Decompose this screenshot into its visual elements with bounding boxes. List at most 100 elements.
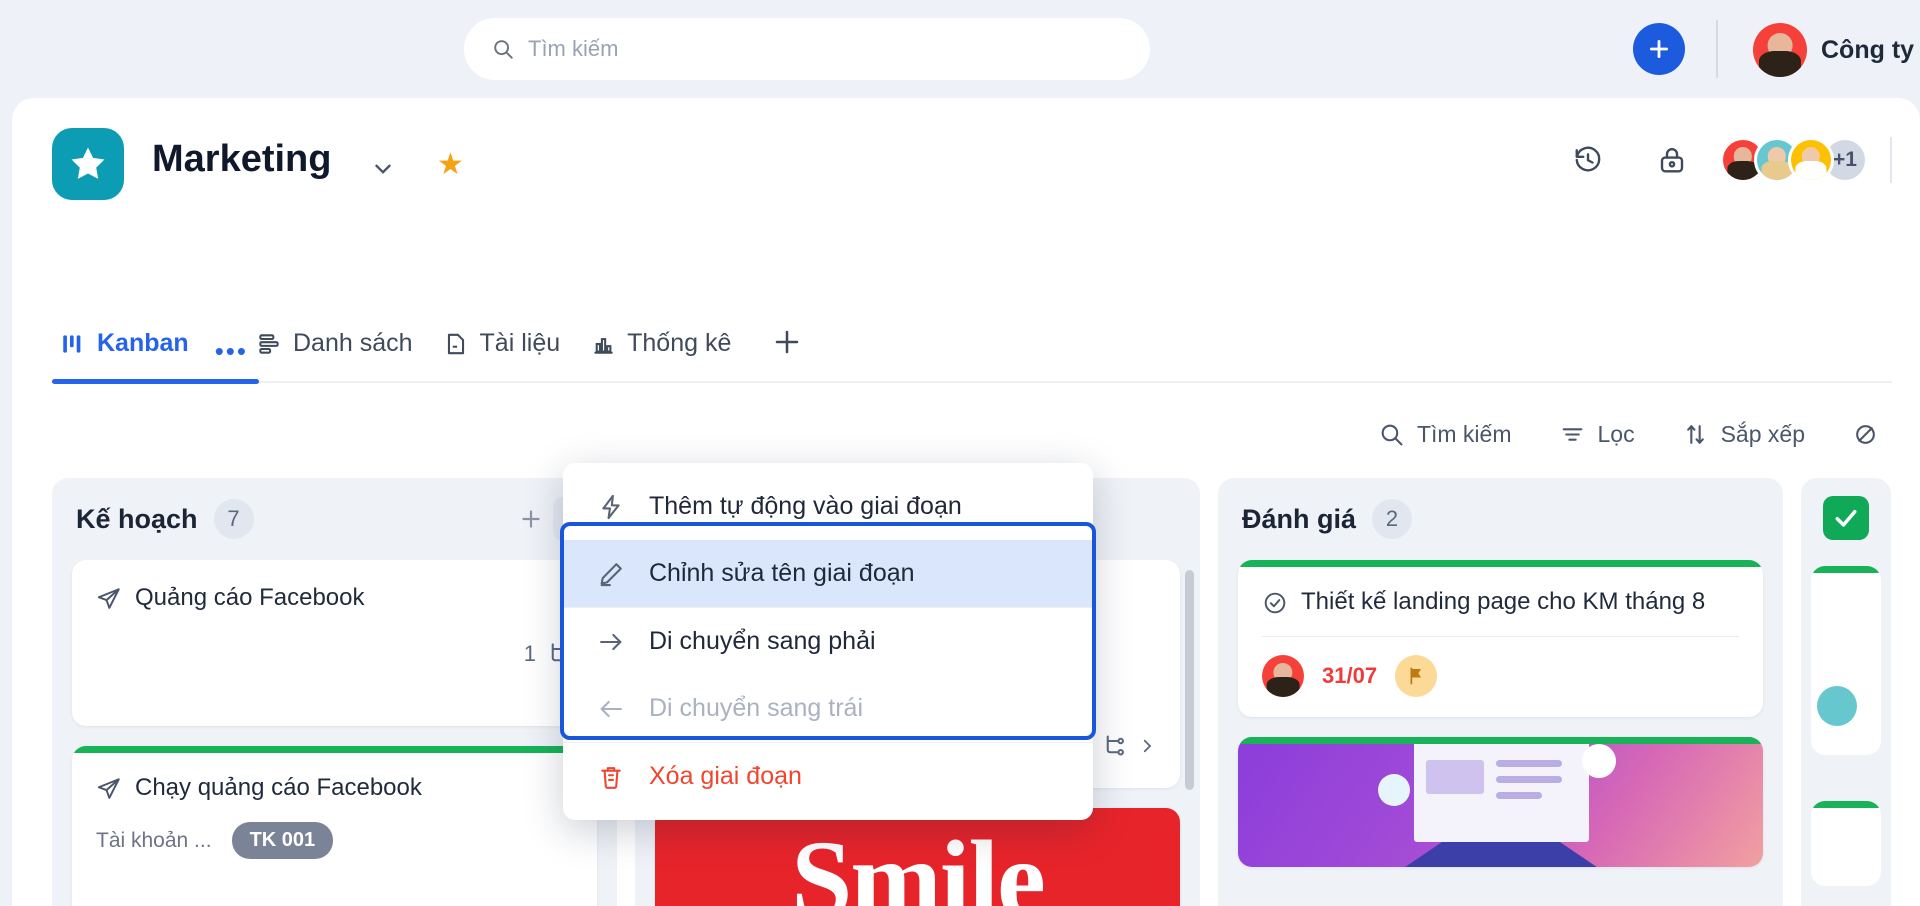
- search-icon: [492, 38, 514, 60]
- app-root: Công ty T Marketing ★: [0, 0, 1920, 906]
- kanban-card[interactable]: Chạy quảng cáo Facebook Tài khoản ... TK…: [72, 746, 597, 906]
- ellipsis-icon[interactable]: •••: [215, 338, 248, 374]
- red-smile-banner: Smile: [655, 808, 1180, 906]
- menu-item-label: Thêm tự động vào giai đoạn: [649, 492, 962, 520]
- list-icon: [259, 333, 279, 354]
- star-icon: [71, 147, 105, 179]
- card-status-bar: [72, 746, 597, 753]
- card-footer: 31/07: [1262, 655, 1739, 698]
- star-filled-icon[interactable]: ★: [437, 150, 464, 180]
- send-icon: [97, 588, 120, 609]
- pencil-icon: [600, 562, 622, 586]
- card-meta: Tài khoản ... TK 001: [96, 822, 573, 860]
- history-clock-icon[interactable]: [1564, 136, 1612, 184]
- search-input[interactable]: [528, 36, 1088, 62]
- card-status-bar: [1238, 737, 1763, 745]
- tabs-rule: [52, 381, 1892, 383]
- member-avatars[interactable]: +1: [1720, 137, 1868, 183]
- board-search-button[interactable]: Tìm kiếm: [1355, 413, 1536, 456]
- sort-button[interactable]: Sắp xếp: [1659, 413, 1829, 456]
- add-card-button[interactable]: [509, 497, 553, 541]
- card-status-bar: [1811, 800, 1881, 808]
- tab-danh-sach[interactable]: Danh sách: [248, 329, 435, 374]
- eye-off-icon: [1856, 425, 1875, 444]
- card-title-row: Chạy quảng cáo Facebook: [96, 772, 573, 804]
- column-header: Kế hoạch 7: [52, 478, 617, 560]
- kanban-column-hoan-thanh: [1801, 478, 1891, 906]
- chevron-down-icon[interactable]: [370, 156, 396, 182]
- menu-item-rename-stage[interactable]: Chỉnh sửa tên giai đoạn: [563, 540, 1093, 607]
- lock-icon[interactable]: [1648, 136, 1696, 184]
- tab-kanban[interactable]: Kanban: [52, 329, 211, 374]
- branch-icon: [1106, 735, 1124, 756]
- play-dot-icon: [1581, 743, 1616, 778]
- column-cards: Thiết kế landing page cho KM tháng 8 31/…: [1218, 560, 1783, 906]
- flag-icon: [1395, 655, 1438, 698]
- flag-icon: [1410, 668, 1422, 685]
- avatar: [1753, 23, 1807, 77]
- check-circle-icon: [1264, 592, 1286, 614]
- menu-item-label: Di chuyển sang trái: [649, 694, 864, 722]
- tab-label: Thống kê: [627, 329, 732, 357]
- column-scrollbar[interactable]: [1185, 570, 1194, 790]
- page-title: Marketing: [152, 138, 332, 180]
- column-cards: Quảng cáo Facebook 1 Chạy quảng cáo Face…: [52, 560, 617, 906]
- menu-item-delete-stage[interactable]: Xóa giai đoạn: [563, 743, 1093, 810]
- chevron-right-icon: [1143, 739, 1152, 752]
- mail-dot-icon: [1377, 773, 1410, 806]
- stage-context-menu: Thêm tự động vào giai đoạn Chỉnh sửa tên…: [563, 463, 1093, 820]
- kanban-card[interactable]: [1811, 800, 1881, 886]
- global-add-button[interactable]: [1633, 23, 1685, 75]
- header-divider: [1890, 137, 1892, 183]
- trash-icon: [601, 766, 621, 789]
- project-header-actions: +1: [1564, 136, 1892, 184]
- menu-item-auto-add[interactable]: Thêm tự động vào giai đoạn: [563, 473, 1093, 540]
- sort-label: Sắp xếp: [1720, 421, 1805, 447]
- card-status-bar: [1811, 565, 1881, 573]
- avatar: [1262, 655, 1304, 698]
- menu-item-move-right[interactable]: Di chuyển sang phải: [563, 608, 1093, 675]
- tab-label: Danh sách: [293, 329, 413, 357]
- filter-label: Lọc: [1597, 421, 1635, 447]
- account-menu[interactable]: Công ty T: [1753, 23, 1920, 77]
- kanban-card[interactable]: [1811, 565, 1881, 755]
- column-count: 7: [213, 499, 254, 539]
- global-topbar: Công ty T: [0, 0, 1920, 98]
- menu-item-label: Xóa giai đoạn: [649, 762, 802, 790]
- avatar: [1817, 685, 1857, 726]
- card-divider: [1262, 636, 1739, 638]
- document-icon: [447, 333, 464, 354]
- kanban-column-ke-hoach: Kế hoạch 7 Quảng cáo Facebook 1 Chạy quả…: [52, 478, 617, 906]
- filter-button[interactable]: Lọc: [1536, 413, 1659, 456]
- topbar-divider: [1716, 20, 1718, 78]
- sort-icon: [1686, 425, 1704, 444]
- kanban-card-image[interactable]: Smile: [655, 808, 1180, 906]
- card-due-date: 31/07: [1322, 663, 1378, 689]
- kanban-card[interactable]: Thiết kế landing page cho KM tháng 8 31/…: [1238, 560, 1763, 718]
- add-view-button[interactable]: [753, 326, 813, 374]
- kanban-card-image[interactable]: [1238, 737, 1763, 868]
- global-search[interactable]: [464, 18, 1150, 80]
- tab-thong-ke[interactable]: Thống kê: [582, 329, 753, 374]
- arrow-left-icon: [600, 700, 622, 717]
- card-chip: TK 001: [231, 822, 334, 860]
- card-field-label: Tài khoản ...: [96, 828, 212, 852]
- tab-tai-lieu[interactable]: Tài liệu: [435, 329, 583, 374]
- kanban-card[interactable]: Quảng cáo Facebook 1: [72, 560, 597, 726]
- kanban-column-danh-gia: Đánh giá 2 Thiết kế landing page cho KM …: [1218, 478, 1783, 906]
- plus-icon: [1650, 40, 1668, 58]
- board-toolbar: Tìm kiếm Lọc Sắp xếp: [1355, 413, 1902, 456]
- arrow-right-icon: [600, 633, 622, 650]
- chart-bar-icon: [594, 337, 613, 354]
- purple-email-banner: [1238, 737, 1763, 868]
- send-icon: [97, 778, 120, 799]
- tab-label: Tài liệu: [479, 329, 561, 357]
- tab-label: Kanban: [97, 329, 189, 357]
- column-title: Kế hoạch: [76, 503, 198, 534]
- project-avatar-icon: [52, 128, 124, 200]
- active-tab-indicator: [52, 379, 259, 384]
- search-icon: [1381, 424, 1403, 446]
- hide-fields-button[interactable]: [1829, 414, 1902, 455]
- kanban-icon: [63, 334, 81, 353]
- menu-item-label: Chỉnh sửa tên giai đoạn: [649, 559, 915, 587]
